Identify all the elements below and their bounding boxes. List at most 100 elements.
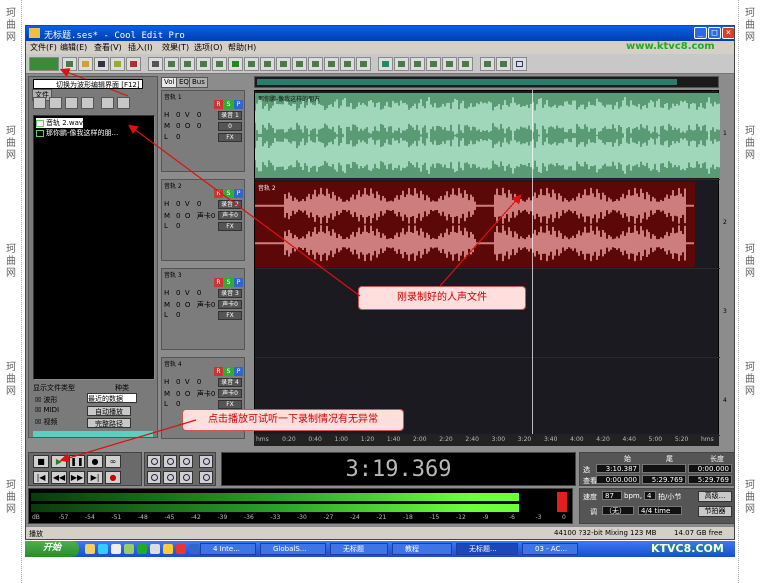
output-select[interactable]: 声卡0 [218,211,242,220]
start-button[interactable]: 开始 [25,541,79,557]
track-mute-button[interactable]: P [234,189,243,198]
view-end-field[interactable]: 5:29.769 [642,475,686,484]
minimize-button[interactable]: _ [694,27,707,39]
play-button[interactable]: ▶ [51,455,67,468]
app-icon-6[interactable] [189,544,199,554]
new-icon[interactable] [62,57,77,71]
play-file-icon[interactable] [101,97,114,109]
loop-file-icon[interactable] [117,97,130,109]
rewind-button[interactable]: ◀◀ [51,471,67,484]
go-to-start-button[interactable]: |◀ [33,471,49,484]
mixdown-icon[interactable] [126,57,141,71]
taskbar-task[interactable]: 无标题... [456,543,518,555]
menu-view[interactable]: 查看(V) [94,42,122,53]
close-button[interactable]: × [722,27,734,39]
track-record-button[interactable]: R [214,367,223,376]
audio-clip[interactable]: 音轨 2 [255,182,695,267]
open-icon[interactable] [78,57,93,71]
type-video[interactable]: ☒ 视频 [35,417,58,427]
track-record-button[interactable]: R [214,189,223,198]
save-all-icon[interactable] [110,57,125,71]
track-mute-button[interactable]: P [234,100,243,109]
zoom-in-horizontal-icon[interactable] [147,455,161,468]
wet-dry-icon[interactable] [394,57,409,71]
zoom-out-vertical-icon[interactable] [199,471,213,484]
menu-options[interactable]: 选项(O) [194,42,223,53]
view-length-field[interactable]: 5:29.769 [688,475,732,484]
fx-icon[interactable] [410,57,425,71]
taskbar-task[interactable]: GlobalS... [260,543,326,555]
metronome-button[interactable]: 节拍器 [698,506,732,517]
taskbar-task[interactable]: 无标题 [330,543,388,555]
tempo-field[interactable]: 87 [602,491,622,500]
help-icon[interactable] [512,57,527,71]
track-header[interactable]: 音轨 1 RSP H0 V0 M0 O 0 L 0 录音 1 0 FX [161,90,245,172]
taskbar-task[interactable]: 4 Inte... [200,543,256,555]
record-input-button[interactable]: 录音 3 [218,289,242,298]
track-record-button[interactable]: R [214,278,223,287]
file-item-backing[interactable]: 那你鹏-像我这样的朋... [36,128,118,138]
sel-length-field[interactable]: 0:00.000 [688,464,732,473]
time-signature-select[interactable]: 4/4 time [638,506,682,515]
app-icon-4[interactable] [163,544,173,554]
record-input-button[interactable]: 录音 4 [218,378,242,387]
play-marker-icon[interactable] [228,57,243,71]
key-select[interactable]: （无） [602,506,634,515]
envelope-icon[interactable] [260,57,275,71]
track-area[interactable]: 那你鹏-像我这样的朋友 音轨 2 [254,90,720,436]
menu-edit[interactable]: 编辑(E) [60,42,87,53]
track-header[interactable]: 音轨 3 RSP H0 V0 M0 O 声卡0 L 0 录音 3 声卡0 FX [161,268,245,350]
record-input-button[interactable]: 录音 1 [218,111,242,120]
session-overview-bar[interactable] [254,76,719,88]
snap-icon[interactable] [324,57,339,71]
pan-icon[interactable] [276,57,291,71]
mix-paste-icon[interactable] [212,57,227,71]
open-file-icon[interactable] [33,97,46,109]
record-button[interactable]: ● [105,471,121,484]
app-icon-5[interactable] [176,544,186,554]
settings-icon[interactable] [480,57,495,71]
app-icon-2[interactable] [137,544,147,554]
taskbar-task[interactable]: 教程 [392,543,452,555]
loop-play-button[interactable]: ∞ [105,455,121,468]
panel-scrollbar[interactable] [33,431,153,437]
type-wave[interactable]: ☒ 波形 [35,395,58,405]
sel-end-field[interactable] [642,464,686,473]
auto-play-button[interactable]: 自动播放 [87,406,131,416]
fx-button[interactable]: FX [218,133,242,142]
track-eq-icon[interactable] [426,57,441,71]
lock-icon[interactable] [356,57,371,71]
type-midi[interactable]: ☒ MIDI [35,406,59,414]
pause-button[interactable]: ❚❚ [69,455,85,468]
save-icon[interactable] [94,57,109,71]
beats-field[interactable]: 4 [644,491,656,500]
loop-icon[interactable] [244,57,259,71]
track-lane[interactable]: 那你鹏-像我这样的朋友 [255,91,720,180]
app-icon-3[interactable] [150,544,160,554]
file-item-vocal[interactable]: 音轨 2.wav [36,118,84,128]
zoom-full-icon[interactable] [179,455,193,468]
zoom-right-icon[interactable] [163,471,177,484]
fx-button[interactable]: FX [218,400,242,409]
eq-icon[interactable] [308,57,323,71]
fx-button[interactable]: FX [218,222,242,231]
insert-file-icon[interactable] [81,97,94,109]
menu-help[interactable]: 帮助(H) [228,42,256,53]
time-ruler[interactable]: hms 0:20 0:40 1:00 1:20 1:40 2:00 2:20 2:40 3:00 3… [254,434,719,446]
play-to-end-button[interactable]: ● [87,455,103,468]
advanced-button[interactable]: 高级... [698,491,732,502]
track-solo-button[interactable]: S [224,278,233,287]
fast-forward-button[interactable]: ▶▶ [69,471,85,484]
app-icon-1[interactable] [124,544,134,554]
zoom-left-icon[interactable] [147,471,161,484]
track-lane[interactable]: 音轨 2 [255,180,720,269]
grid-icon[interactable] [340,57,355,71]
track-lane[interactable] [255,269,720,358]
wave-tool-icon[interactable] [148,57,163,71]
track-solo-button[interactable]: S [224,100,233,109]
stop-button[interactable]: ■ [33,455,49,468]
output-select[interactable]: 声卡0 [218,389,242,398]
fx-button[interactable]: FX [218,311,242,320]
taskbar-task[interactable]: 03 - AC... [522,543,578,555]
sort-select[interactable]: 最近的数据 [87,393,137,403]
